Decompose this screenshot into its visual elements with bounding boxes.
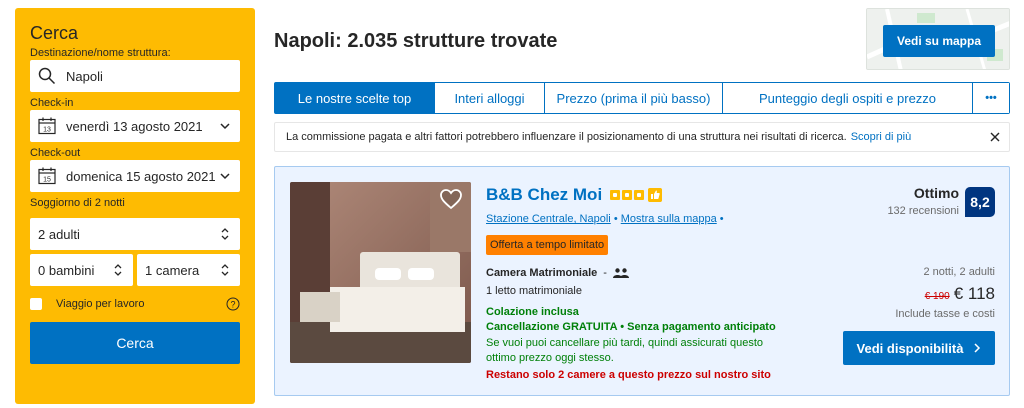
adults-select[interactable]: 2 adulti [30, 218, 240, 250]
checkin-label: Check-in [30, 97, 74, 109]
thumbs-up-icon [648, 188, 663, 202]
help-icon[interactable]: ? [226, 297, 240, 311]
two-guests-icon [612, 268, 629, 278]
star-rating [610, 190, 645, 200]
bed-type: 1 letto matrimoniale [486, 285, 582, 297]
chevron-down-icon [220, 173, 230, 180]
sort-tabs: Le nostre scelte top Interi alloggi Prez… [274, 82, 1010, 114]
checkout-field[interactable]: 15 domenica 15 agosto 2021 [30, 160, 240, 192]
business-trip-row: Viaggio per lavoro ? [30, 296, 240, 312]
stay-length-label: Soggiorno di 2 notti [30, 197, 125, 209]
search-button[interactable]: Cerca [30, 322, 240, 364]
review-score-badge[interactable]: 8,2 [965, 187, 995, 217]
search-panel: Cerca Destinazione/nome struttura: Napol… [15, 8, 255, 404]
chevron-down-icon [220, 123, 230, 130]
room-name-row: Camera Matrimoniale - [486, 267, 629, 279]
tab-price-lowest[interactable]: Prezzo (prima il più basso) [545, 83, 723, 113]
tab-more[interactable]: ••• [973, 83, 1009, 113]
search-icon [38, 66, 60, 86]
location-link[interactable]: Stazione Centrale, Napoli [486, 213, 611, 225]
see-availability-button[interactable]: Vedi disponibilità [843, 331, 995, 365]
children-select[interactable]: 0 bambini [30, 254, 133, 286]
notice-text: La commissione pagata e altri fattori po… [286, 131, 847, 143]
adults-value: 2 adulti [38, 226, 80, 242]
view-on-map-button[interactable]: Vedi su mappa [883, 25, 995, 57]
rooms-select[interactable]: 1 camera [137, 254, 240, 286]
original-price: € 190 [924, 291, 950, 302]
room-name: Camera Matrimoniale [486, 267, 598, 279]
svg-text:15: 15 [43, 177, 51, 184]
up-down-arrows-icon [221, 264, 229, 276]
destination-label: Destinazione/nome struttura: [30, 47, 171, 59]
svg-text:?: ? [230, 300, 235, 310]
cancellation-description: Se vuoi puoi cancellare più tardi, quind… [486, 337, 763, 364]
checkin-field[interactable]: 13 venerdì 13 agosto 2021 [30, 110, 240, 142]
close-icon[interactable] [989, 131, 1001, 143]
review-count[interactable]: 132 recensioni [887, 205, 959, 217]
search-title: Cerca [30, 23, 79, 43]
location-row: Stazione Centrale, Napoli • Mostra sulla… [486, 213, 724, 225]
business-trip-label[interactable]: Viaggio per lavoro [56, 298, 144, 310]
tab-score-and-price[interactable]: Punteggio degli ospiti e prezzo [723, 83, 973, 113]
stay-length: 2 notti, 2 adulti [923, 266, 995, 278]
checkin-value: venerdì 13 agosto 2021 [66, 118, 203, 134]
star-icon [622, 190, 633, 200]
up-down-arrows-icon [114, 264, 122, 276]
property-name[interactable]: B&B Chez Moi [486, 185, 602, 205]
limited-time-deal-badge: Offerta a tempo limitato [486, 235, 609, 255]
rooms-value: 1 camera [145, 262, 200, 278]
learn-more-link[interactable]: Scopri di più [851, 131, 912, 143]
destination-value: Napoli [66, 68, 103, 84]
star-icon [610, 190, 621, 200]
children-rooms-row: 0 bambini 1 camera [30, 254, 240, 286]
see-availability-label: Vedi disponibilità [856, 340, 964, 356]
destination-input[interactable]: Napoli [30, 60, 240, 92]
taxes-note: Include tasse e costi [895, 308, 995, 320]
property-name-row: B&B Chez Moi [486, 185, 663, 205]
calendar-icon: 15 [38, 166, 60, 186]
breakfast-included: Colazione inclusa [486, 306, 579, 318]
current-price: € 118 [953, 284, 995, 303]
room-separator: - [603, 267, 607, 279]
rooms-left-warning: Restano solo 2 camere a questo prezzo su… [486, 369, 771, 381]
ranking-notice: La commissione pagata e altri fattori po… [274, 122, 1010, 152]
up-down-arrows-icon [221, 228, 229, 240]
business-trip-checkbox[interactable] [30, 298, 42, 310]
checkout-label: Check-out [30, 147, 81, 159]
children-value: 0 bambini [38, 262, 95, 278]
page: Cerca Destinazione/nome struttura: Napol… [0, 0, 1024, 408]
calendar-icon: 13 [38, 116, 60, 136]
property-card: B&B Chez Moi Stazione Centrale, Napoli •… [274, 166, 1010, 396]
free-cancellation: Cancellazione GRATUITA • Senza pagamento… [486, 321, 776, 333]
map-thumbnail[interactable]: Vedi su mappa [866, 8, 1010, 70]
tab-top-picks[interactable]: Le nostre scelte top [275, 83, 435, 113]
show-on-map-link[interactable]: Mostra sulla mappa [621, 213, 717, 225]
star-icon [634, 190, 645, 200]
heart-icon[interactable] [439, 187, 463, 211]
chevron-right-icon [974, 343, 981, 353]
rating-word: Ottimo [913, 185, 959, 201]
checkout-value: domenica 15 agosto 2021 [66, 168, 216, 184]
price-row: € 190 € 118 [925, 284, 995, 304]
tab-entire-homes[interactable]: Interi alloggi [435, 83, 545, 113]
svg-text:13: 13 [43, 127, 51, 134]
page-title: Napoli: 2.035 strutture trovate [274, 30, 558, 52]
